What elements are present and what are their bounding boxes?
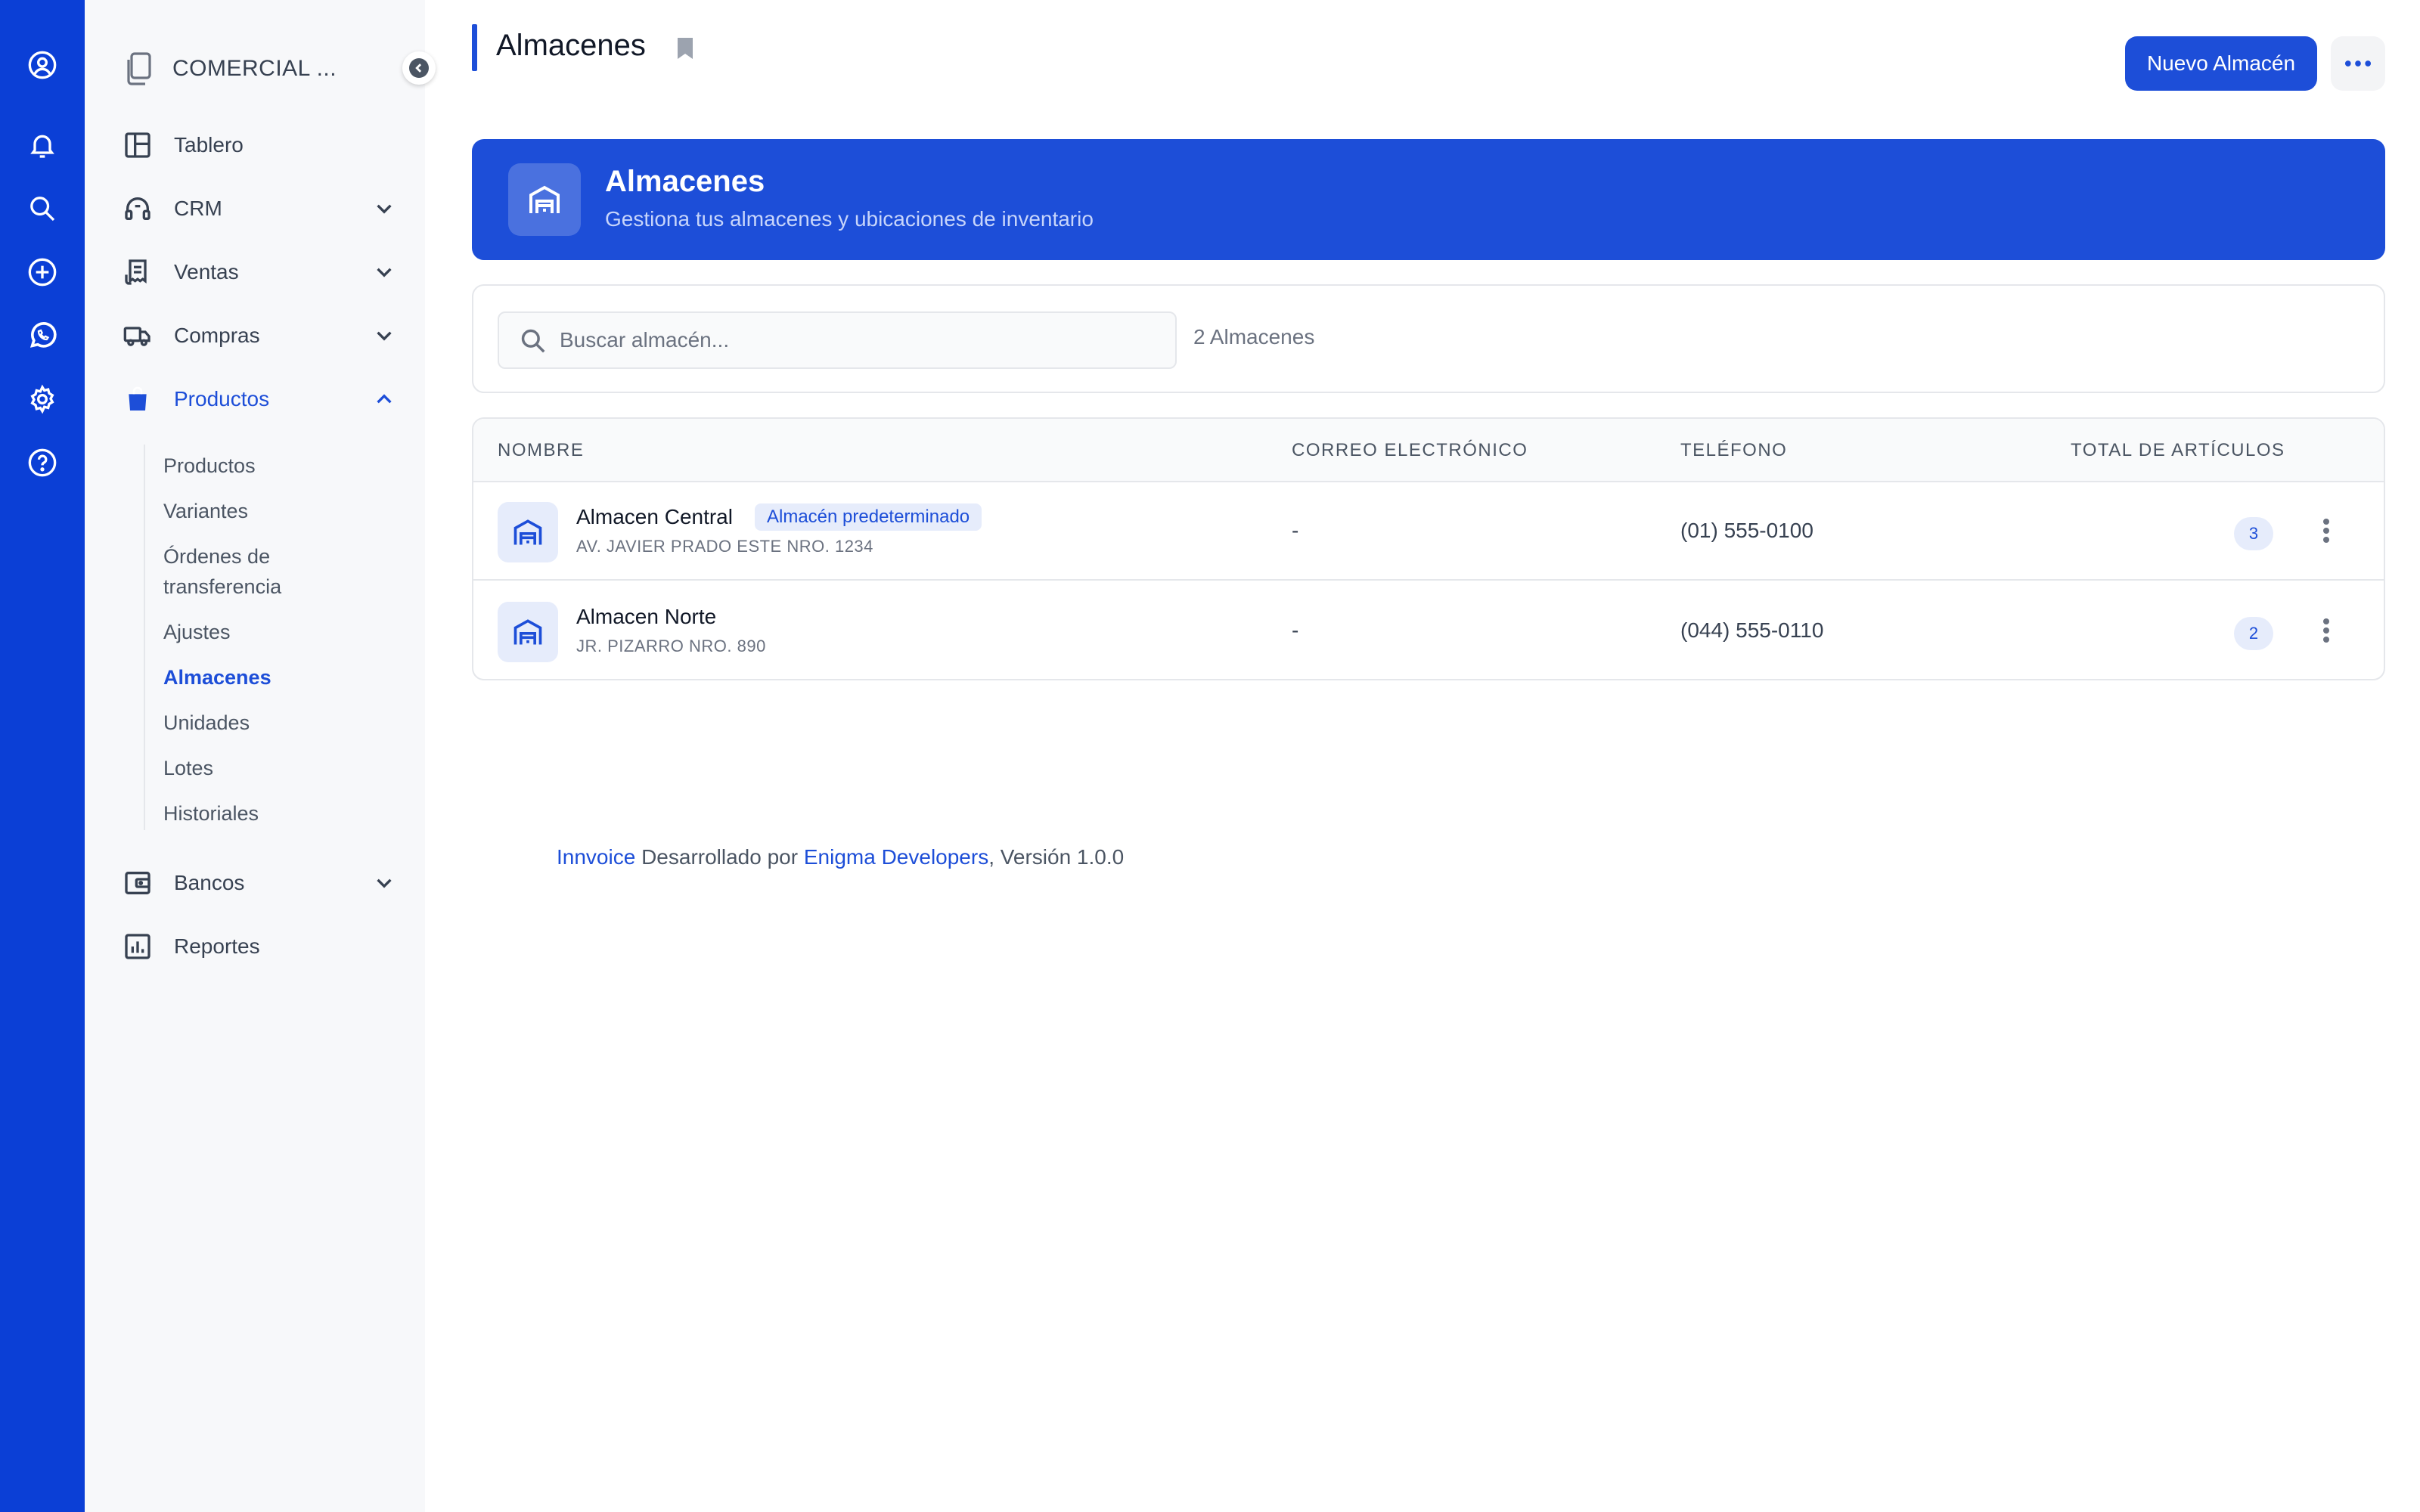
sidebar-item-reportes[interactable]: Reportes (123, 924, 395, 969)
submenu-divider (144, 445, 145, 830)
whatsapp-icon[interactable] (27, 321, 57, 351)
search-card: 2 Almacenes (472, 284, 2385, 393)
row-menu-icon[interactable] (2320, 516, 2332, 546)
plus-circle-icon[interactable] (27, 257, 57, 287)
new-warehouse-button[interactable]: Nuevo Almacén (2125, 36, 2317, 91)
chevron-down-icon (377, 204, 392, 214)
warehouse-icon (498, 602, 558, 662)
hero-title: Almacenes (605, 165, 765, 198)
warehouse-count: 2 Almacenes (1193, 325, 1315, 349)
submenu-item-ajustes[interactable]: Ajustes (163, 617, 337, 647)
gear-icon[interactable] (27, 384, 57, 414)
sidebar-item-compras[interactable]: Compras (123, 313, 395, 358)
column-header-nombre[interactable]: NOMBRE (498, 440, 584, 461)
warehouse-phone: (01) 555-0100 (1680, 519, 1813, 542)
sidebar: COMERCIAL ... Tablero CRM Ventas Compras… (85, 0, 436, 1512)
developer-link[interactable]: Enigma Developers (804, 845, 988, 869)
bell-icon[interactable] (27, 130, 57, 160)
ellipsis-icon (2344, 60, 2372, 67)
dashboard-icon (125, 132, 150, 158)
sidebar-item-label: Bancos (174, 871, 245, 894)
sidebar-item-label: Compras (174, 324, 260, 347)
submenu-item-productos[interactable]: Productos (163, 451, 337, 481)
hero-subtitle: Gestiona tus almacenes y ubicaciones de … (605, 207, 1094, 231)
wallet-icon (125, 872, 150, 894)
submenu-item-unidades[interactable]: Unidades (163, 708, 337, 738)
submenu-item-almacenes[interactable]: Almacenes (163, 662, 337, 692)
help-circle-icon[interactable] (27, 448, 57, 478)
sidebar-item-label: Ventas (174, 260, 239, 284)
chevron-left-icon (415, 64, 422, 73)
sidebar-item-ventas[interactable]: Ventas (123, 249, 395, 295)
submenu-item-ordenes-transferencia[interactable]: Órdenes de transferencia (163, 541, 315, 602)
brand-link[interactable]: Innvoice (557, 845, 635, 869)
search-icon (521, 329, 545, 353)
chevron-down-icon (377, 268, 392, 277)
chevron-down-icon (377, 331, 392, 341)
table-header: NOMBRE CORREO ELECTRÓNICO TELÉFONO TOTAL… (473, 419, 2384, 482)
sidebar-item-label: Tablero (174, 133, 244, 156)
column-header-total-articulos[interactable]: TOTAL DE ARTÍCULOS (2071, 440, 2285, 461)
title-accent (472, 24, 477, 71)
main-content: Almacenes Nuevo Almacén Almacenes Gestio… (425, 0, 2420, 1512)
footer-version: , Versión 1.0.0 (988, 845, 1125, 869)
warehouse-email: - (1292, 618, 1299, 642)
chevron-up-icon (377, 394, 392, 404)
shopping-bag-icon (129, 386, 147, 411)
truck-icon (123, 327, 150, 346)
column-header-correo[interactable]: CORREO ELECTRÓNICO (1292, 440, 1528, 461)
sidebar-item-label: CRM (174, 197, 222, 220)
default-warehouse-badge: Almacén predeterminado (755, 503, 982, 531)
table-row[interactable]: Almacen Norte JR. PIZARRO NRO. 890 - (04… (473, 582, 2384, 679)
hero-banner: Almacenes Gestiona tus almacenes y ubica… (472, 139, 2385, 260)
warehouses-table: NOMBRE CORREO ELECTRÓNICO TELÉFONO TOTAL… (472, 417, 2385, 680)
user-circle-icon[interactable] (27, 50, 57, 80)
search-icon[interactable] (27, 194, 57, 224)
page-title: Almacenes (496, 29, 646, 62)
more-options-button[interactable] (2331, 36, 2385, 91)
sidebar-item-label: Reportes (174, 934, 260, 958)
warehouse-name[interactable]: Almacen Norte (576, 605, 716, 629)
warehouse-icon (508, 163, 581, 236)
warehouse-address: AV. JAVIER PRADO ESTE NRO. 1234 (576, 537, 873, 556)
table-row[interactable]: Almacen Central Almacén predeterminado A… (473, 482, 2384, 581)
total-items-badge: 2 (2234, 617, 2273, 650)
company-selector[interactable]: COMERCIAL ... (123, 47, 425, 91)
row-menu-icon[interactable] (2320, 615, 2332, 646)
warehouse-name[interactable]: Almacen Central (576, 505, 733, 529)
column-header-telefono[interactable]: TELÉFONO (1680, 440, 1787, 461)
company-name: COMERCIAL ... (172, 56, 337, 81)
footer-text: Desarrollado por (635, 845, 804, 869)
submenu-item-historiales[interactable]: Historiales (163, 798, 337, 829)
sidebar-item-bancos[interactable]: Bancos (123, 860, 395, 906)
bookmark-icon[interactable] (675, 36, 696, 60)
warehouse-icon (498, 502, 558, 562)
search-input[interactable] (560, 313, 1165, 367)
chevron-down-icon (377, 878, 392, 888)
receipt-icon (125, 259, 147, 285)
sidebar-item-productos[interactable]: Productos (123, 376, 395, 422)
sidebar-item-tablero[interactable]: Tablero (123, 122, 395, 168)
headset-icon (125, 197, 150, 220)
sidebar-item-crm[interactable]: CRM (123, 186, 395, 231)
search-box (498, 311, 1177, 369)
warehouse-email: - (1292, 519, 1299, 542)
warehouse-address: JR. PIZARRO NRO. 890 (576, 637, 766, 655)
sidebar-item-label: Productos (174, 387, 270, 411)
submenu-item-variantes[interactable]: Variantes (163, 496, 337, 526)
total-items-badge: 3 (2234, 517, 2273, 550)
bar-chart-icon (125, 934, 150, 959)
warehouse-phone: (044) 555-0110 (1680, 618, 1824, 642)
icon-rail (0, 0, 85, 1512)
footer: Innvoice Desarrollado por Enigma Develop… (557, 845, 1124, 869)
submenu-item-lotes[interactable]: Lotes (163, 753, 337, 783)
documents-icon (127, 52, 151, 85)
